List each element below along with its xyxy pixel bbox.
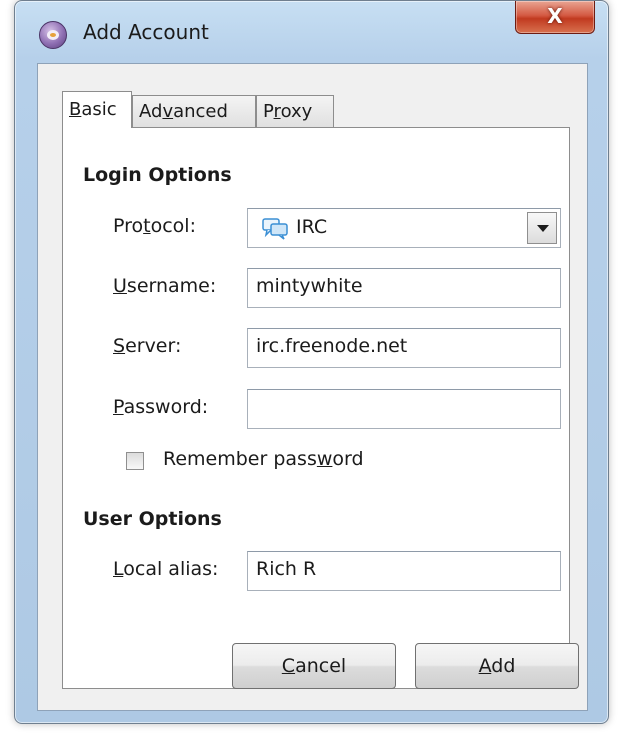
basic-tab-panel: Login Options Protocol: IRC Username: mi… xyxy=(62,127,570,689)
chevron-down-icon xyxy=(537,225,549,232)
dropdown-button[interactable] xyxy=(527,212,557,244)
pidgin-app-icon xyxy=(39,21,67,49)
local-alias-label: Local alias: xyxy=(113,558,219,580)
login-options-heading: Login Options xyxy=(83,164,232,186)
server-label: Server: xyxy=(113,335,182,357)
cancel-button[interactable]: Cancel xyxy=(232,643,396,689)
password-label: Password: xyxy=(113,396,209,418)
dialog-window: Add Account X Basic Advanced Proxy Login… xyxy=(14,0,609,724)
remember-password-label[interactable]: Remember password xyxy=(163,448,364,470)
username-label: Username: xyxy=(113,275,217,297)
close-button[interactable]: X xyxy=(515,1,595,34)
dialog-content: Basic Advanced Proxy Login Options Proto… xyxy=(37,63,588,711)
protocol-select[interactable]: IRC xyxy=(247,208,561,248)
close-icon: X xyxy=(547,4,563,28)
title-bar[interactable]: Add Account X xyxy=(15,1,608,63)
remember-password-checkbox[interactable] xyxy=(126,452,144,470)
protocol-label: Protocol: xyxy=(113,215,196,237)
tab-basic[interactable]: Basic xyxy=(62,91,132,128)
local-alias-input[interactable]: Rich R xyxy=(247,551,561,591)
window-title: Add Account xyxy=(83,20,209,44)
protocol-value: IRC xyxy=(296,216,328,238)
add-button[interactable]: Add xyxy=(415,643,579,689)
password-input[interactable] xyxy=(247,389,561,429)
chat-bubbles-icon xyxy=(262,218,288,240)
tab-proxy[interactable]: Proxy xyxy=(256,95,334,127)
tab-advanced[interactable]: Advanced xyxy=(132,95,256,127)
username-input[interactable]: mintywhite xyxy=(247,268,561,308)
user-options-heading: User Options xyxy=(83,508,222,530)
server-input[interactable]: irc.freenode.net xyxy=(247,328,561,368)
